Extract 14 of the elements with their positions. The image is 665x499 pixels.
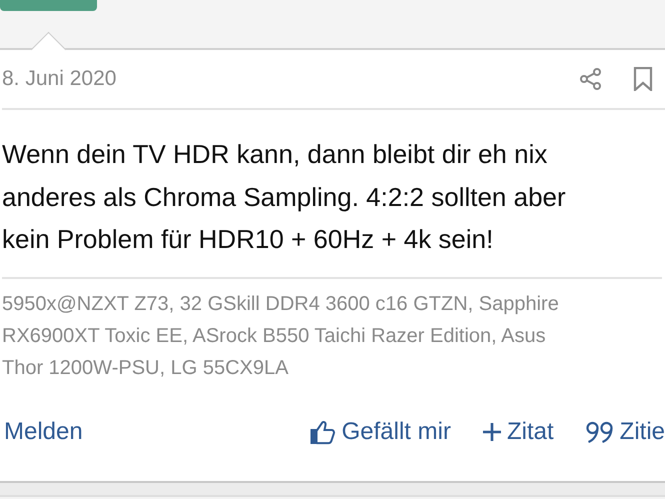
- share-icon[interactable]: [579, 67, 603, 91]
- add-action[interactable]: Zitat: [482, 418, 554, 446]
- quote-action[interactable]: Zitie: [586, 418, 665, 446]
- signature-line: RX6900XT Toxic EE, ASrock B550 Taichi Razer Edition, Asus: [2, 324, 547, 348]
- signature-line: 5950x@NZXT Z73, 32 GSkill DDR4 3600 c16 GTZN, Sapphire: [2, 292, 560, 316]
- signature-line: Thor 1200W-PSU, LG 55CX9LA: [2, 356, 290, 380]
- thumbs-up-icon: [310, 419, 336, 445]
- like-action[interactable]: Gefällt mir: [310, 418, 451, 446]
- report-link[interactable]: Melden: [4, 418, 83, 446]
- post-message: Wenn dein TV HDR kann, dann bleibt dir eh nix anderes als Chroma Sampling. 4:2:2 sollten aber kein Problem für HDR10 + 60Hz + 4k sein!: [2, 110, 662, 278]
- bookmark-icon[interactable]: [633, 67, 653, 91]
- quote-icon: [586, 421, 614, 443]
- post-date: 8. Juni 2020: [2, 67, 118, 91]
- plus-icon: [482, 423, 501, 441]
